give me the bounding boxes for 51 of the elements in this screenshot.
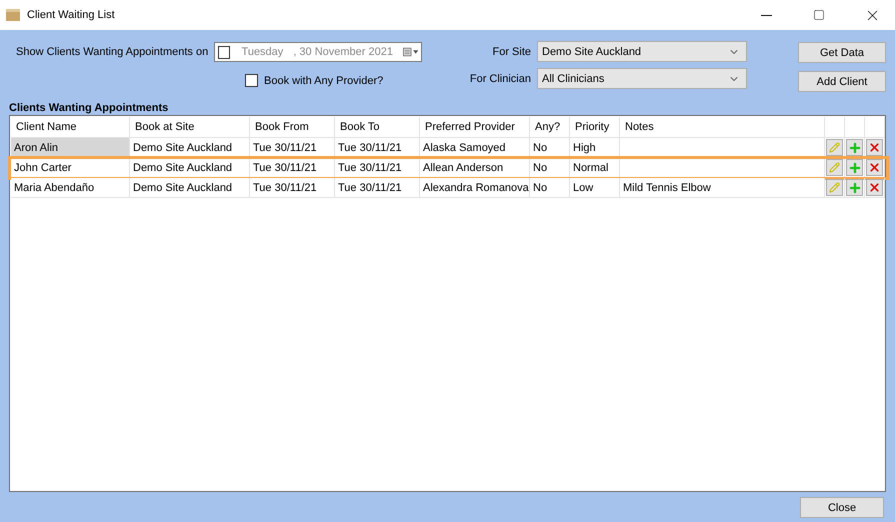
plus-icon [848,180,862,194]
minimize-icon [760,14,772,16]
window-title: Client Waiting List [27,9,116,21]
table-cell: Tue 30/11/21 [335,138,420,158]
add-button[interactable] [846,159,863,176]
plus-icon [848,140,862,154]
pencil-icon [829,142,840,153]
delete-icon [868,161,881,174]
table-cell: John Carter [11,158,130,178]
delete-button[interactable] [866,159,883,176]
table-cell: Aron Alin [11,138,130,158]
pencil-icon [829,182,840,193]
table-cell: Maria Abendaño [11,178,130,198]
checkbox-label: Book with Any Provider? [264,74,384,86]
site-dropdown[interactable]: Demo Site Auckland [537,41,747,62]
action-button[interactable]: Add Client [798,71,886,92]
table-cell: Allean Anderson [420,158,530,178]
add-button[interactable] [846,179,863,196]
box-icon [6,9,20,21]
add-button[interactable] [846,139,863,156]
section-title: Clients Wanting Appointments [9,102,170,114]
table-cell: Tue 30/11/21 [250,138,335,158]
table-cell: Alexandra Romanova [420,178,530,198]
pencil-icon [829,162,840,173]
table-cell: No [530,178,570,198]
clinician-dropdown[interactable]: All Clinicians [537,68,747,89]
calendar-icon[interactable] [402,47,418,57]
checkbox[interactable] [245,74,258,87]
close-dialog-button[interactable]: Close [800,497,884,518]
plus-icon [848,160,862,174]
table-cell: Low [570,178,620,198]
maximize-icon [813,9,825,21]
edit-button[interactable] [826,139,843,156]
date-label: Show Clients Wanting Appointments on [16,46,208,58]
clinician-label: For Clinician [470,72,531,84]
table-cell: Tue 30/11/21 [335,178,420,198]
table-cell: Tue 30/11/21 [335,158,420,178]
delete-button[interactable] [866,139,883,156]
site-label: For Site [492,46,531,58]
table-cell: Mild Tennis Elbow [620,178,825,198]
table-cell: Tue 30/11/21 [250,178,335,198]
delete-icon [868,141,881,154]
table-cell: Alaska Samoyed [420,138,530,158]
delete-button[interactable] [866,179,883,196]
date-checkbox[interactable] [218,46,230,58]
edit-button[interactable] [826,159,843,176]
table-cell: Tue 30/11/21 [250,158,335,178]
edit-button[interactable] [826,179,843,196]
delete-icon [868,181,881,194]
table-cell: Demo Site Auckland [130,178,250,198]
action-button[interactable]: Get Data [798,42,886,63]
